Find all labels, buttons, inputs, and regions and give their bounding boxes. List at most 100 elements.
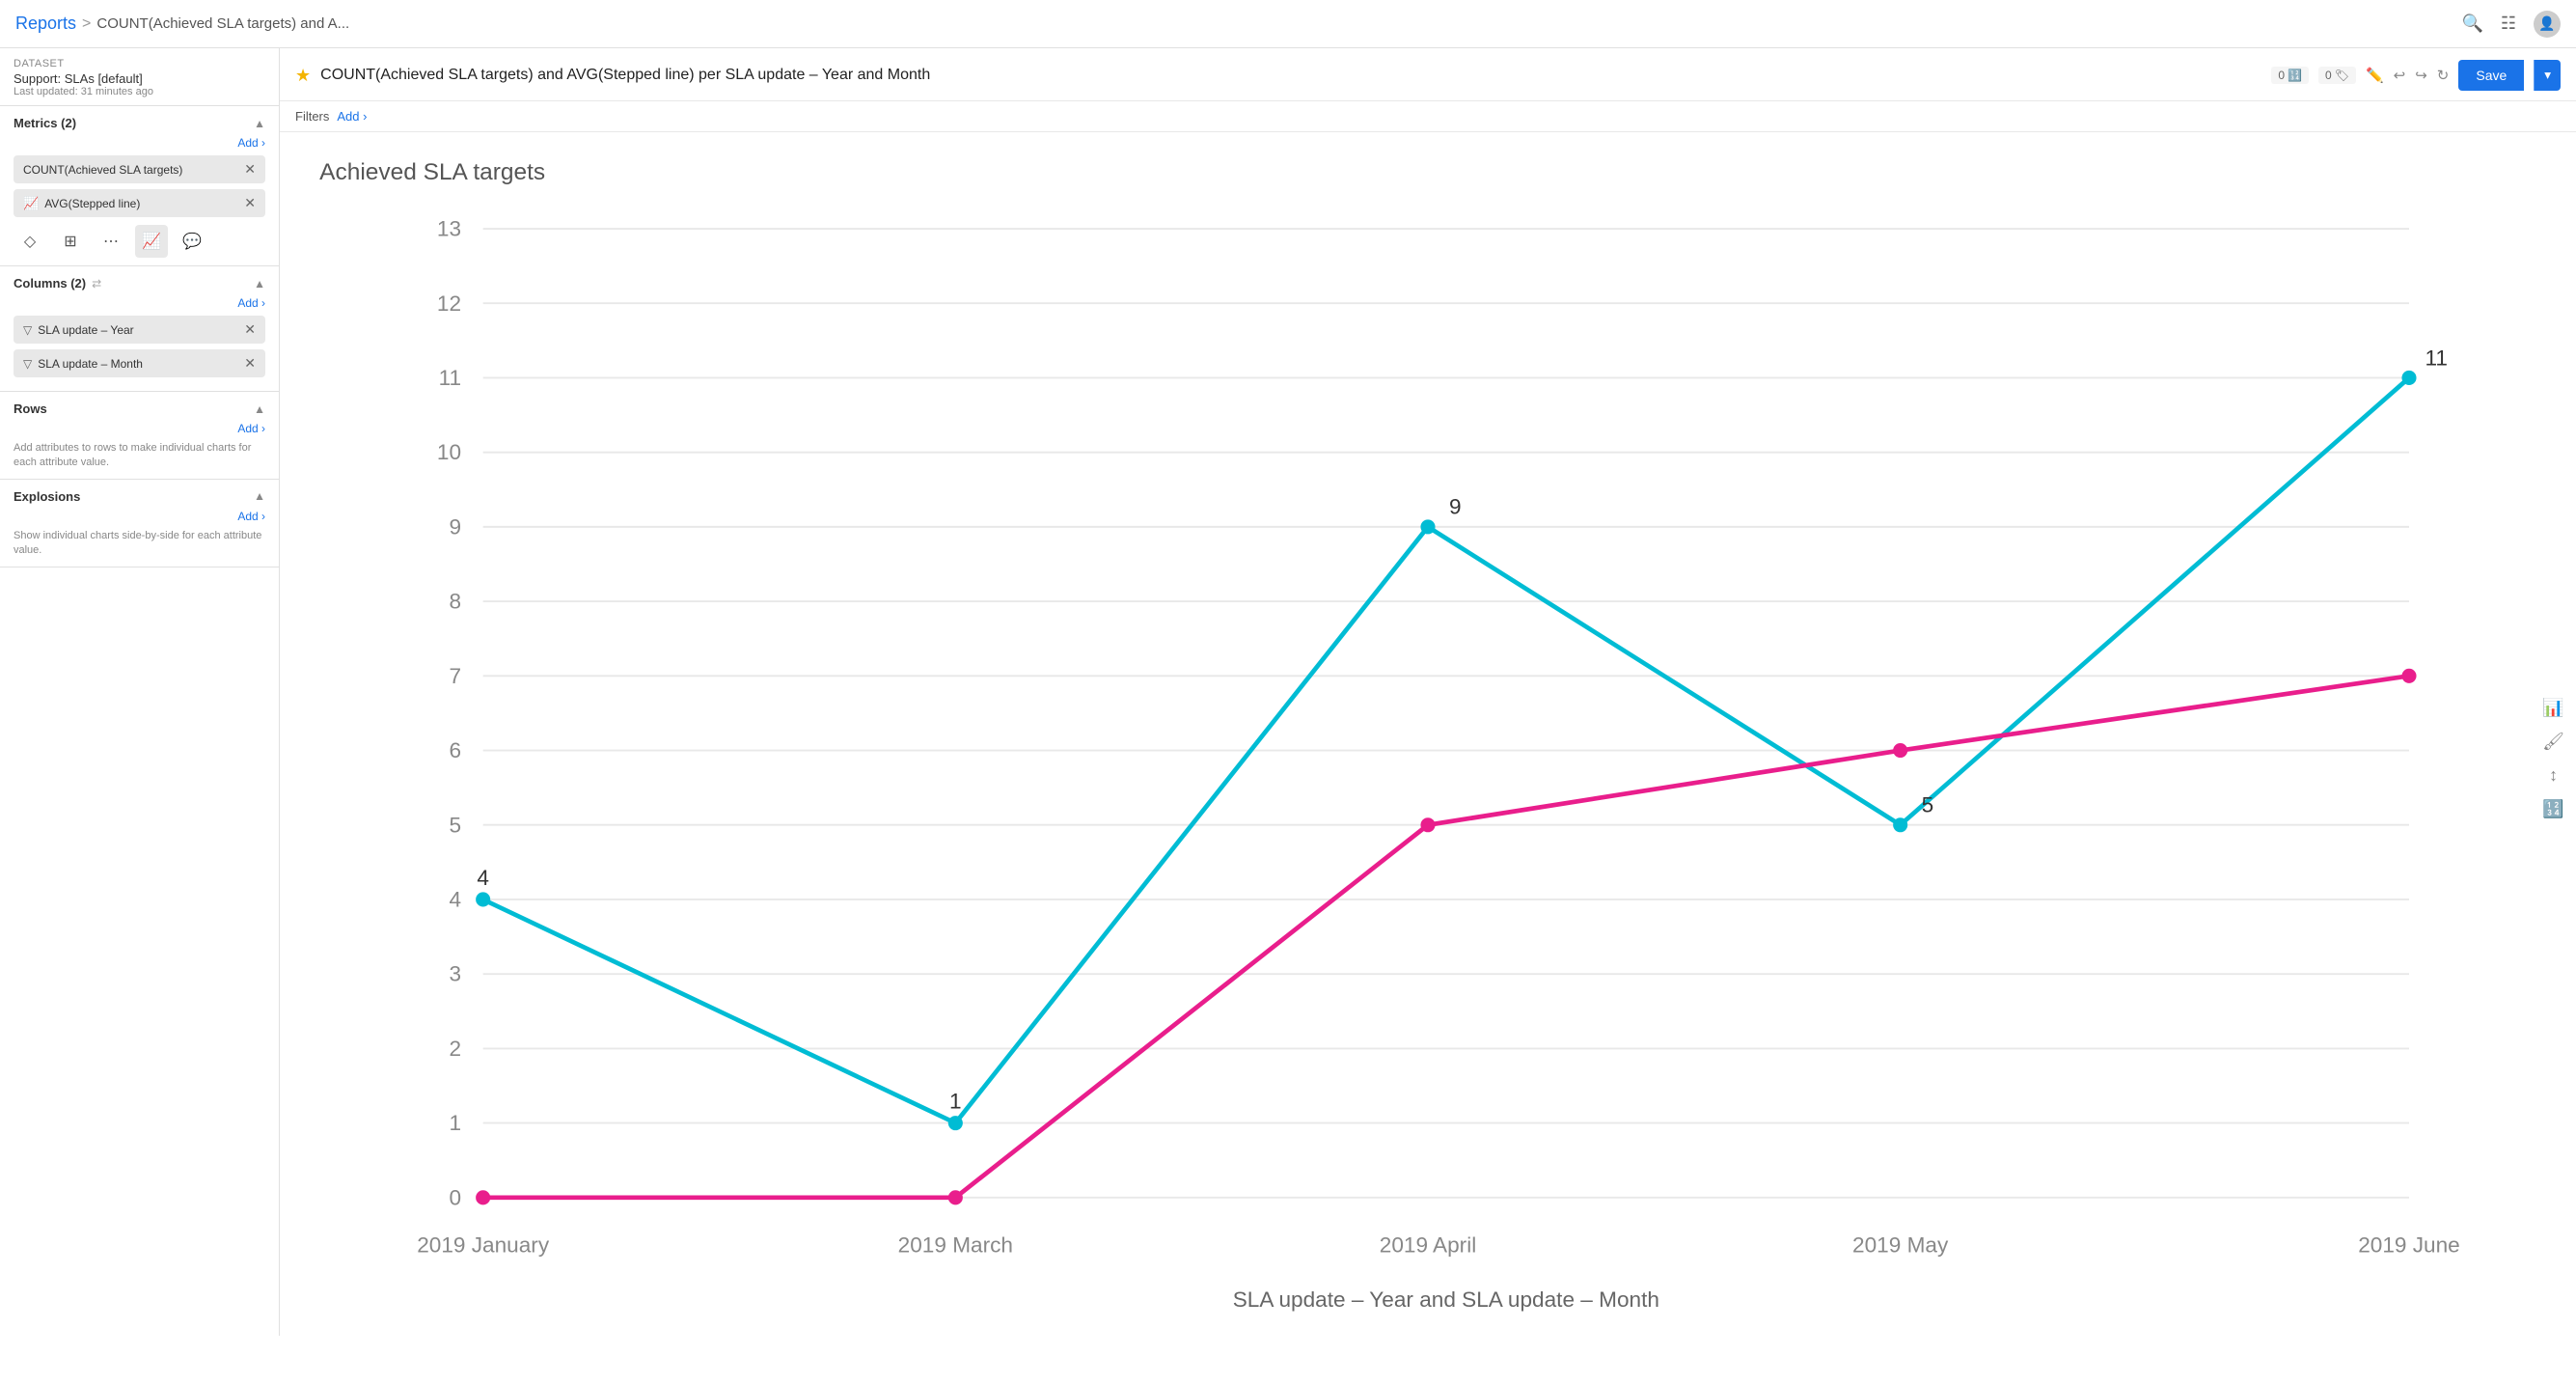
explosions-helper-text: Show individual charts side-by-side for …	[14, 529, 265, 559]
column-chip-month-label: ▽ SLA update – Month	[23, 357, 143, 371]
chart-container: 📊 🖌 ↕ 🔢 Achieved SLA targets .grid-line …	[280, 132, 2576, 1384]
metric-chip-count[interactable]: COUNT(Achieved SLA targets) ✕	[14, 155, 265, 183]
svg-text:13: 13	[437, 217, 461, 241]
undo-icon[interactable]: ↩	[2394, 67, 2406, 84]
viz-icon-scatter[interactable]: ⋯	[95, 225, 127, 258]
metrics-title: Metrics (2)	[14, 116, 76, 130]
calculator-icon[interactable]: 🔢	[2542, 799, 2563, 819]
favorite-icon[interactable]: ★	[295, 66, 311, 86]
viz-icon-bar[interactable]: ⊞	[54, 225, 87, 258]
explosions-toggle[interactable]: ▲	[254, 489, 265, 503]
metric-chip-avg[interactable]: 📈 AVG(Stepped line) ✕	[14, 189, 265, 217]
filters-label: Filters	[295, 109, 329, 124]
metrics-add-link[interactable]: Add ›	[14, 136, 265, 150]
filters-add-link[interactable]: Add ›	[337, 109, 367, 124]
svg-text:2: 2	[449, 1037, 461, 1061]
rows-toggle[interactable]: ▲	[254, 402, 265, 416]
svg-text:1: 1	[449, 1111, 461, 1135]
x-axis-subtitle: SLA update – Year and SLA update – Month	[1233, 1287, 1659, 1312]
line1-label-0: 4	[477, 866, 489, 890]
breadcrumb: Reports > COUNT(Achieved SLA targets) an…	[15, 14, 349, 34]
tags-badge: 0 🏷	[2318, 67, 2356, 84]
rows-header: Rows ▲	[14, 401, 265, 416]
svg-text:10: 10	[437, 440, 461, 464]
metrics-toggle[interactable]: ▲	[254, 117, 265, 130]
column-chip-month-remove[interactable]: ✕	[244, 355, 256, 372]
columns-title: Columns (2)	[14, 276, 86, 291]
columns-toggle[interactable]: ▲	[254, 277, 265, 291]
metric-chip-avg-remove[interactable]: ✕	[244, 195, 256, 211]
right-toolbar: 📊 🖌 ↕ 🔢	[2542, 698, 2564, 819]
chart-title-row: ★ COUNT(Achieved SLA targets) and AVG(St…	[295, 66, 2271, 86]
svg-text:6: 6	[449, 738, 461, 762]
column-chip-year[interactable]: ▽ SLA update – Year ✕	[14, 316, 265, 344]
line2-path	[483, 676, 2409, 1198]
metric-chip-count-remove[interactable]: ✕	[244, 161, 256, 178]
rows-title: Rows	[14, 401, 47, 416]
viz-icon-droplet[interactable]: ◇	[14, 225, 46, 258]
save-dropdown-button[interactable]: ▾	[2534, 60, 2561, 91]
columns-header: Columns (2) ⇄ ▲	[14, 276, 265, 291]
columns-add-link[interactable]: Add ›	[14, 296, 265, 310]
dataset-name: Support: SLAs [default]	[14, 71, 265, 86]
line1-label-2: 9	[1449, 495, 1462, 519]
line1-point-0	[476, 892, 490, 906]
line1-label-1: 1	[949, 1090, 962, 1114]
tags-count: 0	[2325, 69, 2332, 82]
save-button[interactable]: Save	[2458, 60, 2524, 91]
explosions-title: Explosions	[14, 489, 80, 504]
bar-chart-icon[interactable]: 📊	[2542, 698, 2563, 718]
svg-text:3: 3	[449, 962, 461, 986]
metric-chip-count-label: COUNT(Achieved SLA targets)	[23, 163, 182, 177]
explosions-add-link[interactable]: Add ›	[14, 510, 265, 523]
viz-icon-chat[interactable]: 💬	[176, 225, 208, 258]
column-chip-month[interactable]: ▽ SLA update – Month ✕	[14, 349, 265, 377]
rows-helper-text: Add attributes to rows to make individua…	[14, 441, 265, 471]
tag-icon: 🏷	[2335, 69, 2349, 82]
user-icon[interactable]: 👤	[2534, 11, 2561, 38]
svg-text:0: 0	[449, 1185, 461, 1209]
chart-svg: Achieved SLA targets .grid-line { stroke…	[338, 142, 2518, 1326]
dataset-updated: Last updated: 31 minutes ago	[14, 86, 265, 97]
reports-link[interactable]: Reports	[15, 14, 76, 34]
rows-add-link[interactable]: Add ›	[14, 422, 265, 435]
columns-sort-icon[interactable]: ⇄	[92, 277, 101, 291]
line2-point-4	[2401, 669, 2416, 683]
x-tick-apr: 2019 April	[1380, 1232, 1477, 1257]
viz-icon-line[interactable]: 📈	[135, 225, 168, 258]
svg-text:11: 11	[439, 366, 461, 390]
dataset-section: Dataset Support: SLAs [default] Last upd…	[0, 48, 279, 106]
likes-count: 0	[2278, 69, 2285, 82]
chart-title: COUNT(Achieved SLA targets) and AVG(Step…	[320, 67, 930, 84]
line1-point-1	[948, 1116, 963, 1130]
chart-actions: 0 🔢 0 🏷 ✏️ ↩ ↪ ↻ Save ▾	[2271, 60, 2561, 91]
redo-icon[interactable]: ↪	[2415, 67, 2427, 84]
y-axis-label: Achieved SLA targets	[319, 159, 545, 185]
column-filter-icon-year: ▽	[23, 323, 32, 337]
search-icon[interactable]: 🔍	[2461, 14, 2482, 34]
svg-text:4: 4	[449, 887, 461, 911]
line2-point-3	[1893, 743, 1907, 758]
svg-text:12: 12	[437, 291, 461, 316]
grid-icon[interactable]: ☷	[2501, 14, 2516, 34]
x-tick-jan: 2019 January	[417, 1232, 550, 1257]
header-actions: 🔍 ☷ 👤	[2461, 11, 2561, 38]
line1-point-3	[1893, 817, 1907, 832]
main-layout: Dataset Support: SLAs [default] Last upd…	[0, 48, 2576, 1336]
brush-icon[interactable]: 🖌	[2542, 732, 2564, 752]
column-chip-year-label: ▽ SLA update – Year	[23, 323, 134, 337]
svg-text:8: 8	[449, 590, 461, 614]
column-chip-year-remove[interactable]: ✕	[244, 321, 256, 338]
columns-section: Columns (2) ⇄ ▲ Add › ▽ SLA update – Yea…	[0, 266, 279, 392]
column-filter-icon-month: ▽	[23, 357, 32, 371]
line2-point-2	[1420, 817, 1435, 832]
rows-section: Rows ▲ Add › Add attributes to rows to m…	[0, 392, 279, 480]
edit-icon[interactable]: ✏️	[2366, 67, 2384, 84]
x-tick-mar: 2019 March	[898, 1232, 1013, 1257]
refresh-icon[interactable]: ↻	[2437, 67, 2450, 84]
line2-point-0	[476, 1190, 490, 1204]
x-tick-may: 2019 May	[1852, 1232, 1949, 1257]
sort-icon[interactable]: ↕	[2549, 765, 2558, 786]
sidebar: Dataset Support: SLAs [default] Last upd…	[0, 48, 280, 1336]
metrics-section: Metrics (2) ▲ Add › COUNT(Achieved SLA t…	[0, 106, 279, 266]
